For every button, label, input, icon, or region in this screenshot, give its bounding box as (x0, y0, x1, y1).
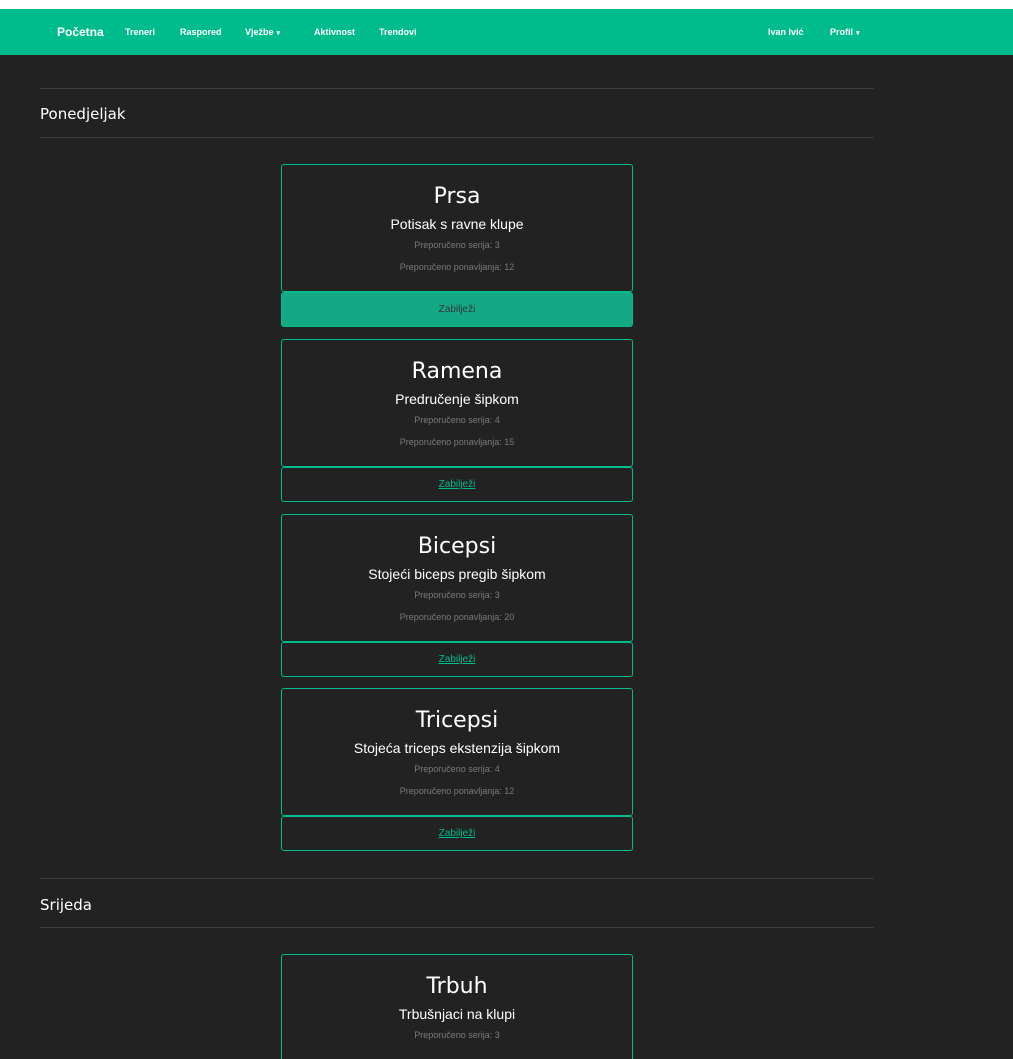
card-exercise-name: Predručenje šipkom (395, 391, 519, 407)
nav-item-raspored[interactable]: Raspored (180, 9, 222, 55)
divider (40, 878, 874, 879)
workout-card: Tricepsi Stojeća triceps ekstenzija šipk… (281, 688, 633, 816)
top-strip (0, 0, 1013, 9)
nav-item-aktivnost[interactable]: Aktivnost (314, 9, 355, 55)
card-recommended-reps: Preporučeno ponavljanja: 20 (399, 612, 515, 622)
nav-item-trendovi[interactable]: Trendovi (379, 9, 417, 55)
card-exercise-name: Potisak s ravne klupe (390, 216, 524, 232)
nav-item-treneri[interactable]: Treneri (125, 9, 155, 55)
divider (40, 137, 874, 138)
workout-card: Bicepsi Stojeći biceps pregib šipkom Pre… (281, 514, 633, 642)
record-button[interactable]: Zabilježi (281, 292, 633, 327)
card-exercise-name: Stojeći biceps pregib šipkom (368, 566, 546, 582)
workout-card: Prsa Potisak s ravne klupe Preporučeno s… (281, 164, 633, 292)
workout-card: Ramena Predručenje šipkom Preporučeno se… (281, 339, 633, 467)
nav-item-vjezbe[interactable]: Vježbe ▾ (245, 9, 280, 55)
chevron-down-icon: ▾ (276, 30, 281, 37)
card-muscle-group: Ramena (411, 359, 503, 384)
record-button[interactable]: Zabilježi (281, 816, 633, 851)
card-recommended-sets: Preporučeno serija: 3 (414, 590, 500, 600)
card-muscle-group: Tricepsi (415, 708, 499, 733)
divider (40, 927, 874, 928)
nav-profile-dropdown[interactable]: Profil ▾ (830, 9, 860, 55)
record-button[interactable]: Zabilježi (281, 467, 633, 502)
card-recommended-reps: Preporučeno ponavljanja: 12 (399, 786, 515, 796)
card-recommended-sets: Preporučeno serija: 3 (414, 240, 500, 250)
card-muscle-group: Prsa (433, 184, 481, 209)
nav-user-name[interactable]: Ivan Ivić (768, 9, 804, 55)
card-recommended-sets: Preporučeno serija: 4 (414, 415, 500, 425)
nav-brand-home[interactable]: Početna (57, 9, 104, 55)
record-button[interactable]: Zabilježi (281, 642, 633, 677)
chevron-down-icon: ▾ (856, 30, 860, 37)
nav-item-vjezbe-label: Vježbe (245, 27, 274, 37)
divider (40, 88, 874, 89)
card-recommended-reps: Preporučeno ponavljanja: 12 (399, 262, 515, 272)
card-muscle-group: Bicepsi (417, 534, 497, 559)
card-exercise-name: Trbušnjaci na klupi (398, 1006, 516, 1022)
day-heading-srijeda: Srijeda (40, 896, 92, 914)
card-exercise-name: Stojeća triceps ekstenzija šipkom (353, 740, 561, 756)
workout-card: Trbuh Trbušnjaci na klupi Preporučeno se… (281, 954, 633, 1059)
card-muscle-group: Trbuh (426, 974, 488, 999)
day-heading-ponedjeljak: Ponedjeljak (40, 105, 126, 123)
navbar: Početna Treneri Raspored Vježbe ▾ Aktivno… (0, 9, 1013, 55)
card-recommended-sets: Preporučeno serija: 4 (414, 764, 500, 774)
card-recommended-reps: Preporučeno ponavljanja: 15 (399, 437, 515, 447)
nav-profile-label: Profil (830, 27, 854, 37)
card-recommended-sets: Preporučeno serija: 3 (414, 1030, 500, 1040)
